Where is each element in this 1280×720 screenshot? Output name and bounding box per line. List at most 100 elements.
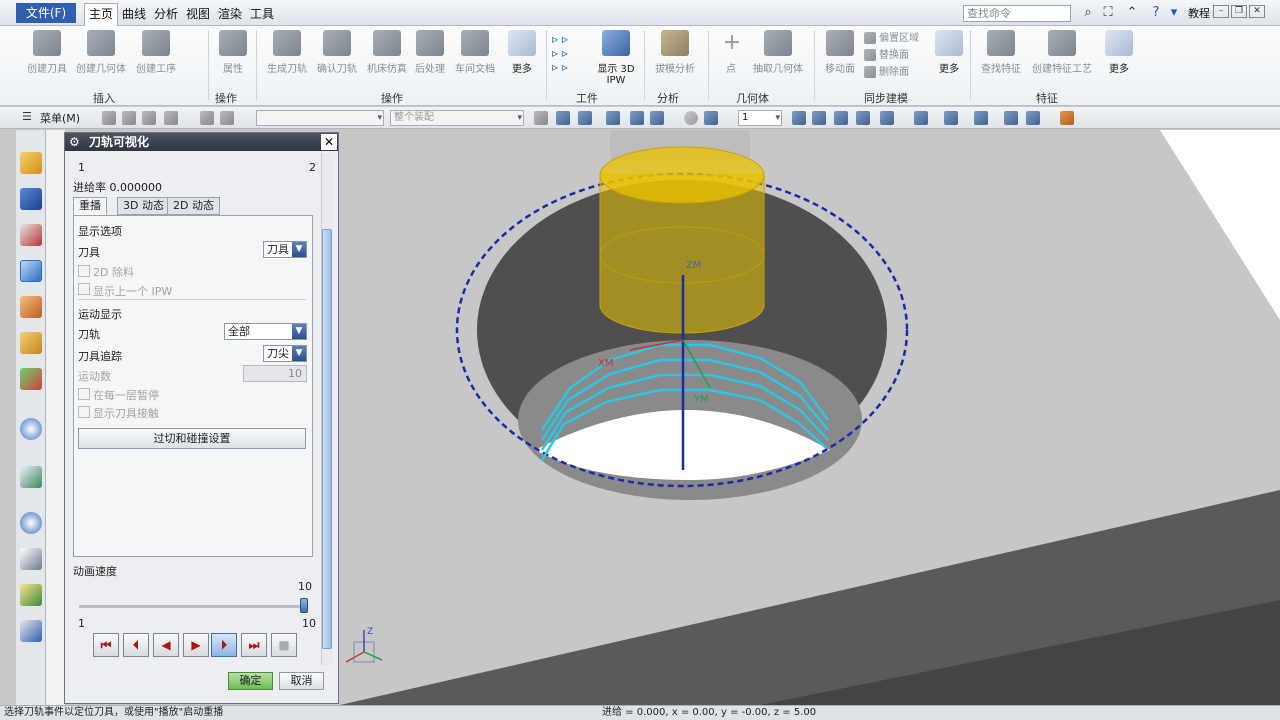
operation-navigator-icon[interactable] [20,260,42,282]
tab-render[interactable]: 渲染 [214,4,246,24]
render-style-icon[interactable] [944,111,958,125]
show-hide-icon[interactable] [1026,111,1040,125]
more-feature-button[interactable]: 更多 [1104,30,1134,75]
chevron-up-icon[interactable]: ⌃ [1124,5,1140,21]
file-menu[interactable]: 文件(F) [16,3,76,23]
reuse-library-icon[interactable] [20,332,42,354]
extract-geometry-button[interactable]: 抽取几何体 [750,30,806,75]
snap-view-icon[interactable] [1060,111,1074,125]
cancel-button[interactable]: 取消 [279,672,324,690]
play-backward-button[interactable]: ◀ [153,633,179,657]
tab-view[interactable]: 视图 [182,4,214,24]
select-icon[interactable] [606,111,620,125]
machine-simulation-button[interactable]: 机床仿真 [364,30,410,75]
close-dialog-button[interactable]: ✕ [321,134,337,150]
rewind-to-start-button[interactable]: ⏮ [93,633,119,657]
show-hide-icon[interactable] [974,111,988,125]
process-studio-icon[interactable] [20,548,42,570]
step-back-button[interactable]: ⏴ [123,633,149,657]
fit-view-icon[interactable] [792,111,806,125]
draft-analysis-button[interactable]: 拔模分析 [652,30,698,75]
more-sync-button[interactable]: 更多 [934,30,964,75]
scrollbar-thumb[interactable] [322,229,332,649]
create-geometry-button[interactable]: 创建几何体 [74,30,128,75]
tab-curve[interactable]: 曲线 [118,4,150,24]
step-forward-button[interactable]: ⏵ [211,633,237,657]
rotate-icon[interactable] [834,111,848,125]
web-browser-icon[interactable] [20,466,42,488]
help-label[interactable]: 教程 [1184,4,1214,24]
constraint-navigator-icon[interactable] [20,188,42,210]
create-tool-button[interactable]: 创建刀具 [26,30,68,75]
graphics-viewport[interactable]: ZM YM XM Z [340,130,1280,705]
palette-icon[interactable] [20,368,42,390]
help-icon[interactable]: ? [1148,5,1164,21]
orient-view-icon[interactable] [880,111,894,125]
path-display-select[interactable]: 全部 ▼ [224,323,307,340]
speed-slider-track[interactable] [79,605,304,608]
stop-button[interactable]: ■ [271,633,297,657]
fit-window-icon[interactable]: ⛶ [1100,5,1116,21]
render-style-icon[interactable] [914,111,928,125]
find-feature-button[interactable]: 查找特征 [978,30,1024,75]
play-forward-button[interactable]: ▶ [183,633,209,657]
snap-icon[interactable] [164,111,178,125]
navigator-icon[interactable] [20,152,42,174]
show-3d-ipw-button[interactable]: 显示 3D IPW [594,30,638,86]
system-scene-icon[interactable] [20,620,42,642]
move-face-button[interactable]: 移动面 [822,30,858,75]
tab-tools[interactable]: 工具 [246,4,278,24]
tab-replay[interactable]: 重播 [73,197,107,215]
select-icon[interactable] [630,111,644,125]
fast-forward-end-button[interactable]: ⏭ [241,633,267,657]
create-feature-process-button[interactable]: 创建特征工艺 [1028,30,1096,75]
close-icon[interactable]: ✕ [1249,5,1265,18]
filter-icon[interactable] [534,111,548,125]
layer-select[interactable]: 1 [738,110,782,126]
snap-icon[interactable] [220,111,234,125]
tool-trace-select[interactable]: 刀尖 ▼ [263,345,307,362]
speed-slider-thumb[interactable] [300,598,308,613]
show-prev-ipw-checkbox[interactable] [78,283,90,295]
sphere-icon[interactable] [684,111,698,125]
offset-region-button[interactable]: 偏置区域 [864,30,919,47]
more-operations-button[interactable]: 更多 [506,30,538,75]
shop-doc-button[interactable]: 车间文档 [452,30,498,75]
info-icon[interactable] [20,418,42,440]
selection-scope-select[interactable]: 整个装配 [390,110,524,126]
tab-analysis[interactable]: 分析 [150,4,182,24]
properties-button[interactable]: 属性 [218,30,248,75]
tool-display-select[interactable]: 刀具 ▼ [263,241,307,258]
machine-library-icon[interactable] [20,296,42,318]
type-filter-select[interactable] [256,110,384,126]
motion-count-input[interactable]: 10 [243,365,307,382]
select-icon[interactable] [578,111,592,125]
select-icon[interactable] [650,111,664,125]
show-hide-icon[interactable] [1004,111,1018,125]
minimize-icon[interactable]: – [1213,5,1229,18]
history-clock-icon[interactable] [20,512,42,534]
select-icon[interactable] [556,111,570,125]
tab-2d-dynamic[interactable]: 2D 动态 [167,197,220,215]
roles-icon[interactable] [20,584,42,606]
cube-icon[interactable] [704,111,718,125]
generate-toolpath-button[interactable]: 生成刀轨 [264,30,310,75]
zoom-icon[interactable] [812,111,826,125]
search-icon[interactable]: ⌕ [1080,5,1096,21]
chevron-down-icon[interactable]: ▾ [1166,5,1182,21]
tab-3d-dynamic[interactable]: 3D 动态 [117,197,170,215]
create-operation-button[interactable]: 创建工序 [134,30,178,75]
menu-button[interactable]: 菜单(M) [40,110,80,126]
pause-each-layer-checkbox[interactable] [78,388,90,400]
ok-button[interactable]: 确定 [228,672,273,690]
snap-icon[interactable] [102,111,116,125]
replace-face-button[interactable]: 替换面 [864,47,919,64]
tab-home[interactable]: 主页 [84,3,119,26]
verify-toolpath-button[interactable]: 确认刀轨 [314,30,360,75]
snap-icon[interactable] [122,111,136,125]
delete-face-button[interactable]: 删除面 [864,64,919,81]
gouge-collision-settings-button[interactable]: 过切和碰撞设置 [78,428,306,449]
2d-material-removal-checkbox[interactable] [78,265,90,277]
workpiece-small-buttons[interactable]: ▹ ▹ ▹ ▹ ▹ ▹ [552,32,592,74]
snap-icon[interactable] [142,111,156,125]
